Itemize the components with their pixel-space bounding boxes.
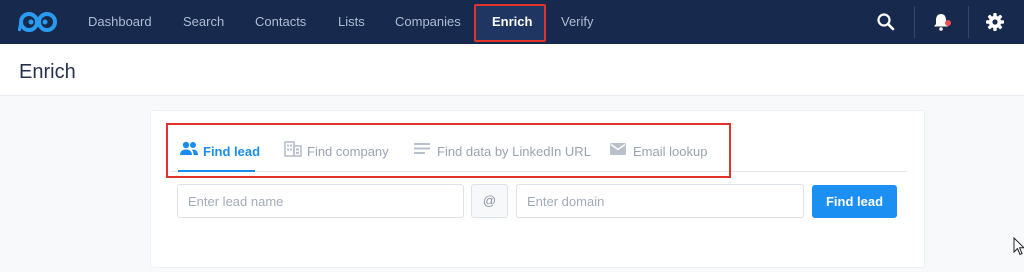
- search-icon[interactable]: [876, 12, 896, 32]
- top-nav: Dashboard Search Contacts Lists Companie…: [0, 0, 1024, 44]
- tabs-highlight-box: [166, 123, 731, 178]
- lead-name-input[interactable]: [177, 184, 464, 218]
- nav-divider: [914, 6, 915, 38]
- nav-companies[interactable]: Companies: [395, 0, 461, 44]
- nav-enrich[interactable]: Enrich: [492, 0, 532, 44]
- nav-verify[interactable]: Verify: [561, 0, 594, 44]
- notification-dot: [945, 20, 951, 26]
- page-title: Enrich: [19, 61, 76, 83]
- domain-input[interactable]: [516, 184, 804, 218]
- nav-contacts[interactable]: Contacts: [255, 0, 306, 44]
- nav-divider: [968, 6, 969, 38]
- nav-search[interactable]: Search: [183, 0, 224, 44]
- nav-lists[interactable]: Lists: [338, 0, 365, 44]
- gear-icon[interactable]: [985, 12, 1005, 32]
- page-header: Enrich: [0, 44, 1024, 96]
- owl-logo-icon[interactable]: [18, 9, 58, 35]
- find-lead-button[interactable]: Find lead: [812, 185, 897, 218]
- mouse-cursor-icon: [1013, 237, 1024, 256]
- at-symbol-addon: @: [471, 184, 508, 218]
- nav-dashboard[interactable]: Dashboard: [88, 0, 152, 44]
